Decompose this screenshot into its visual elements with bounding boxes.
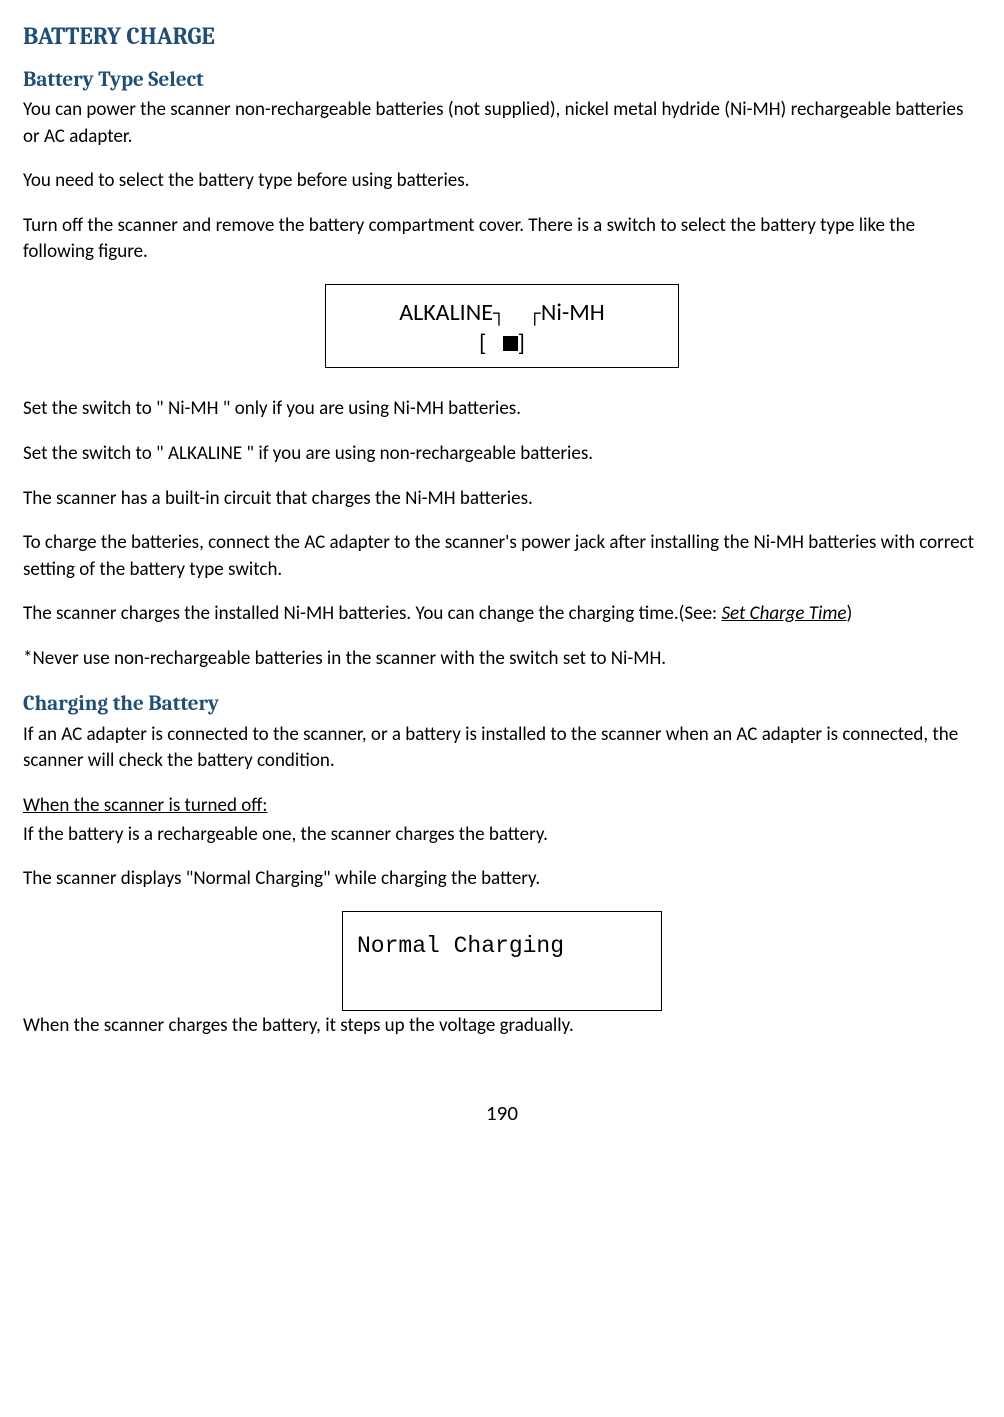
body-text: Turn off the scanner and remove the batt… <box>23 213 981 266</box>
body-text: When the scanner charges the battery, it… <box>23 1013 981 1040</box>
switch-label-nimh: ┌Ni-MH <box>529 297 605 328</box>
battery-switch-diagram: ALKALINE┐ ┌Ni-MH [ ] <box>325 284 679 368</box>
body-text: You need to select the battery type befo… <box>23 168 981 195</box>
page-number: 190 <box>23 1099 981 1128</box>
body-text: To charge the batteries, connect the AC … <box>23 530 981 583</box>
section-heading-charging: Charging the Battery <box>23 690 981 719</box>
switch-position-icon <box>503 336 518 351</box>
body-text: If an AC adapter is connected to the sca… <box>23 722 981 775</box>
sub-heading-underline: When the scanner is turned off: <box>23 794 267 817</box>
body-text: The scanner has a built-in circuit that … <box>23 486 981 513</box>
body-text: You can power the scanner non-rechargeab… <box>23 97 981 150</box>
body-text: The scanner displays "Normal Charging" w… <box>23 866 981 893</box>
page-title: BATTERY CHARGE <box>23 20 981 54</box>
section-heading-battery-type: Battery Type Select <box>23 66 981 95</box>
body-text: Set the switch to " Ni-MH " only if you … <box>23 396 981 423</box>
body-text: The scanner charges the installed Ni-MH … <box>23 601 981 628</box>
body-text: If the battery is a rechargeable one, th… <box>23 822 981 849</box>
lcd-text: Normal Charging <box>357 933 564 959</box>
body-text: Set the switch to " ALKALINE " if you ar… <box>23 441 981 468</box>
set-charge-time-link[interactable]: Set Charge Time <box>721 602 846 625</box>
switch-slider: [ ] <box>342 328 662 359</box>
switch-label-alkaline: ALKALINE┐ <box>399 297 505 328</box>
lcd-display-diagram: Normal Charging <box>342 911 662 1011</box>
body-text: *Never use non-rechargeable batteries in… <box>23 646 981 673</box>
